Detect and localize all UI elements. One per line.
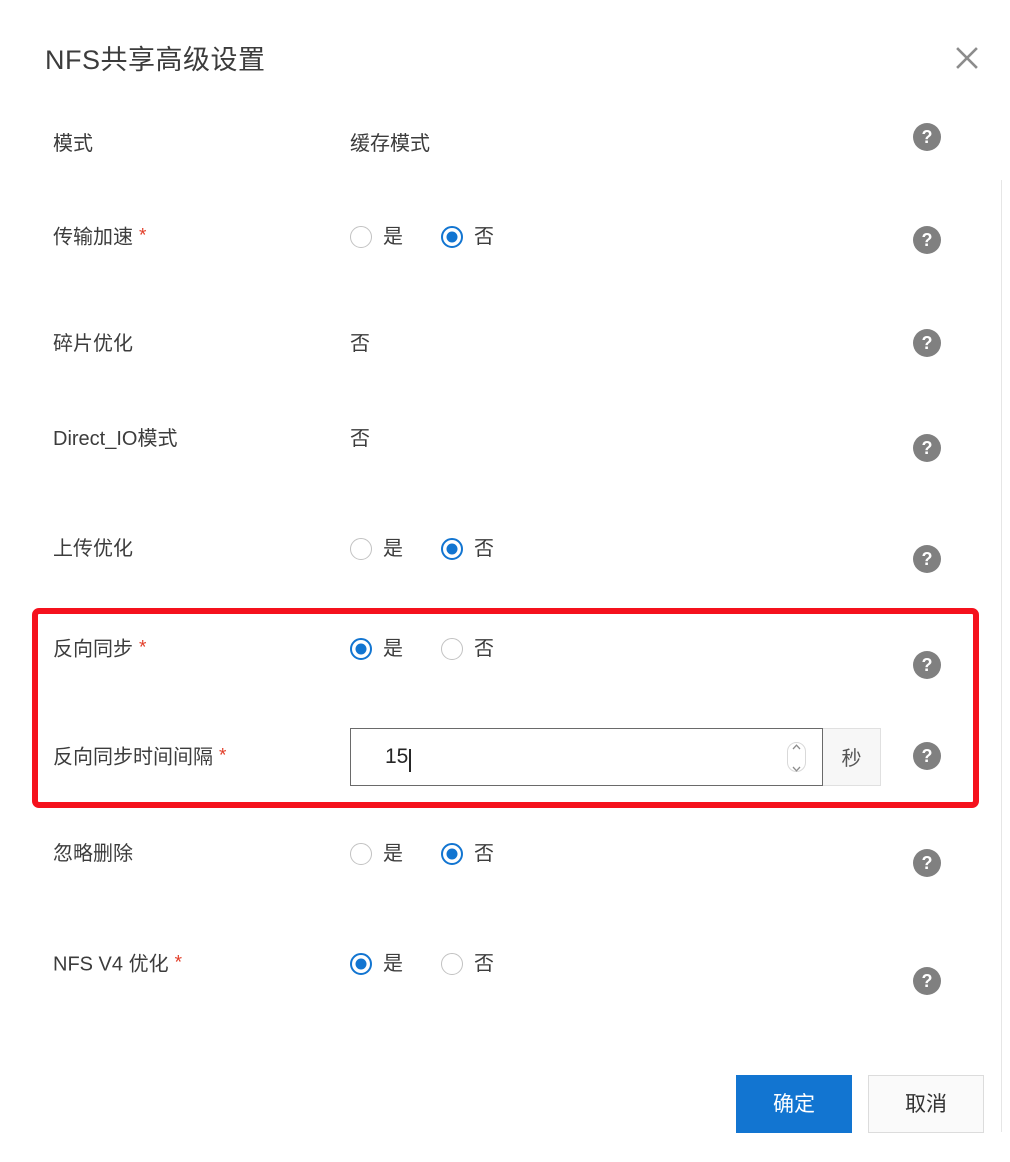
radio-group-upload-optimization: 是 否 <box>350 537 494 560</box>
help-icon[interactable]: ? <box>913 123 941 151</box>
row-label: 反向同步时间间隔 * <box>53 745 227 768</box>
close-icon <box>953 44 981 72</box>
row-label: Direct_IO模式 <box>53 427 178 450</box>
radio-option-no[interactable]: 否 <box>441 537 494 560</box>
row-label: 模式 <box>53 132 93 155</box>
dialog-footer: 确定 取消 <box>0 1036 1010 1162</box>
radio-option-no[interactable]: 否 <box>441 225 494 248</box>
radio-option-no[interactable]: 否 <box>441 637 494 660</box>
row-label: 反向同步 * <box>53 637 147 660</box>
reverse-sync-interval-field: 15 秒 <box>350 727 881 786</box>
form-row-reverse-sync-interval: 反向同步时间间隔 * 15 秒 ? <box>0 709 1010 804</box>
radio-dot-icon <box>350 225 372 248</box>
help-icon[interactable]: ? <box>913 849 941 877</box>
chevron-up-icon[interactable] <box>792 737 801 755</box>
confirm-button[interactable]: 确定 <box>736 1075 852 1133</box>
radio-option-yes[interactable]: 是 <box>350 952 403 975</box>
radio-dot-icon <box>441 637 463 660</box>
radio-option-yes[interactable]: 是 <box>350 637 403 660</box>
row-label: 忽略删除 <box>53 842 133 865</box>
radio-option-no[interactable]: 否 <box>441 952 494 975</box>
input-value: 15 <box>385 745 409 768</box>
required-marker: * <box>174 952 182 973</box>
form-row-mode: 模式 缓存模式 ? <box>0 96 1010 191</box>
row-value-direct-io-mode: 否 <box>350 427 370 450</box>
help-icon[interactable]: ? <box>913 434 941 462</box>
form-row-transfer-acceleration: 传输加速 * 是 否 ? <box>0 189 1010 284</box>
row-value-fragment-optimization: 否 <box>350 332 370 355</box>
help-icon[interactable]: ? <box>913 329 941 357</box>
page-title: NFS共享高级设置 <box>45 45 266 75</box>
radio-option-yes[interactable]: 是 <box>350 842 403 865</box>
radio-group-reverse-sync: 是 否 <box>350 637 494 660</box>
form-row-fragment-optimization: 碎片优化 否 ? <box>0 296 1010 391</box>
required-marker: * <box>219 745 227 766</box>
radio-dot-icon <box>441 537 463 560</box>
row-label: NFS V4 优化 * <box>53 952 182 975</box>
number-stepper[interactable] <box>787 741 806 772</box>
radio-option-yes[interactable]: 是 <box>350 225 403 248</box>
radio-dot-icon <box>441 952 463 975</box>
form-row-nfs-v4-optimization: NFS V4 优化 * 是 否 ? <box>0 916 1010 1011</box>
help-icon[interactable]: ? <box>913 226 941 254</box>
radio-group-transfer-acceleration: 是 否 <box>350 225 494 248</box>
text-cursor <box>409 749 411 772</box>
radio-dot-icon <box>441 842 463 865</box>
radio-group-nfs-v4-optimization: 是 否 <box>350 952 494 975</box>
cancel-button[interactable]: 取消 <box>868 1075 984 1133</box>
radio-dot-icon <box>441 225 463 248</box>
help-icon[interactable]: ? <box>913 545 941 573</box>
help-icon[interactable]: ? <box>913 651 941 679</box>
radio-option-no[interactable]: 否 <box>441 842 494 865</box>
close-button[interactable] <box>945 36 989 80</box>
reverse-sync-interval-input[interactable]: 15 <box>350 727 823 786</box>
row-label: 碎片优化 <box>53 332 133 355</box>
form-row-reverse-sync: 反向同步 * 是 否 ? <box>0 601 1010 696</box>
nfs-advanced-settings-dialog: NFS共享高级设置 模式 缓存模式 ? 传输加速 * 是 否 ? 碎片优化 否 … <box>0 0 1010 1162</box>
row-value-mode: 缓存模式 <box>350 132 430 155</box>
dialog-header: NFS共享高级设置 <box>0 0 1010 96</box>
form-row-upload-optimization: 上传优化 是 否 ? <box>0 501 1010 596</box>
unit-suffix: 秒 <box>823 727 881 786</box>
required-marker: * <box>139 225 147 246</box>
settings-form: 模式 缓存模式 ? 传输加速 * 是 否 ? 碎片优化 否 ? Direct_I… <box>0 96 1010 1132</box>
chevron-down-icon[interactable] <box>792 759 801 777</box>
help-icon[interactable]: ? <box>913 967 941 995</box>
radio-dot-icon <box>350 842 372 865</box>
radio-option-yes[interactable]: 是 <box>350 537 403 560</box>
required-marker: * <box>139 637 147 658</box>
radio-dot-icon <box>350 637 372 660</box>
radio-dot-icon <box>350 952 372 975</box>
form-row-ignore-delete: 忽略删除 是 否 ? <box>0 806 1010 901</box>
radio-dot-icon <box>350 537 372 560</box>
row-label: 传输加速 * <box>53 225 147 248</box>
radio-group-ignore-delete: 是 否 <box>350 842 494 865</box>
form-row-direct-io-mode: Direct_IO模式 否 ? <box>0 391 1010 486</box>
row-label: 上传优化 <box>53 537 133 560</box>
help-icon[interactable]: ? <box>913 742 941 770</box>
